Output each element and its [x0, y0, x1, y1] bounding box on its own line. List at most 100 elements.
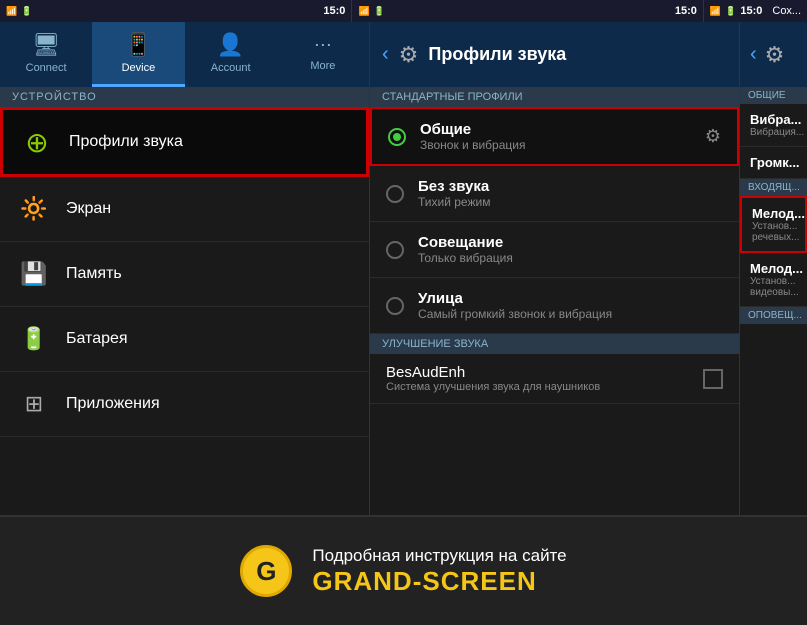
- radio-dot-general: [393, 133, 401, 141]
- menu-item-screen-label: Экран: [66, 200, 111, 218]
- status-bar: 📶 🔋 15:0 📶 🔋 15:0 📶 🔋 15:0 Сох...: [0, 0, 807, 22]
- radio-silent: [386, 185, 404, 203]
- battery-icon: 🔋: [16, 321, 52, 357]
- tab-bar: 🖥 Connect 📱 Device 👤 Account ⋯ More: [0, 22, 369, 87]
- panel2-title: Профили звука: [428, 44, 566, 65]
- bottom-banner: G Подробная инструкция на сайте GRAND-SC…: [0, 515, 807, 625]
- wifi-icon-left: 📶: [6, 6, 17, 17]
- panel3-profile-settings: ‹ ⚙ ОБЩИЕ Вибра... Вибрация... Громк... …: [740, 22, 807, 515]
- banner-text: Подробная инструкция на сайте GRAND-SCRE…: [312, 546, 566, 597]
- setting-melody1-desc: Установ... речевых...: [752, 221, 795, 243]
- setting-volume[interactable]: Громк...: [740, 147, 807, 179]
- status-mid: 📶 🔋 15:0: [351, 0, 702, 22]
- tab-more[interactable]: ⋯ More: [277, 22, 369, 87]
- enhance-desc: Система улучшения звука для наушников: [386, 381, 600, 393]
- connect-icon: 🖥: [32, 32, 60, 58]
- setting-vibra1[interactable]: Вибра... Вибрация...: [740, 104, 807, 147]
- setting-melody1[interactable]: Мелод... Установ... речевых...: [740, 196, 807, 253]
- panel3-gear-icon: ⚙: [765, 42, 785, 68]
- tab-more-label: More: [310, 60, 335, 72]
- profile-item-street[interactable]: Улица Самый громкий звонок и вибрация: [370, 278, 739, 334]
- tab-device-label: Device: [122, 62, 156, 74]
- panel2-header: ‹ ⚙ Профили звука: [370, 22, 739, 87]
- menu-item-sound-label: Профили звука: [69, 133, 183, 151]
- setting-vibra1-desc: Вибрация...: [750, 127, 797, 138]
- profile-street-name: Улица: [418, 290, 723, 307]
- tab-account[interactable]: 👤 Account: [185, 22, 277, 87]
- panel3-header: ‹ ⚙: [740, 22, 807, 87]
- menu-item-memory-label: Память: [66, 265, 122, 283]
- battery-icon-right: 🔋: [725, 6, 736, 17]
- account-icon: 👤: [217, 32, 244, 58]
- panel1-device: 🖥 Connect 📱 Device 👤 Account ⋯ More УСТР…: [0, 22, 370, 515]
- battery-icon-mid: 🔋: [374, 6, 385, 17]
- radio-meeting: [386, 241, 404, 259]
- wifi-icon-mid: 📶: [358, 6, 369, 17]
- menu-item-memory[interactable]: 💾 Память: [0, 242, 369, 307]
- battery-icon-left: 🔋: [21, 6, 32, 17]
- profile-item-meeting[interactable]: Совещание Только вибрация: [370, 222, 739, 278]
- sound-icon: ⊕: [19, 124, 55, 160]
- more-icon: ⋯: [314, 35, 332, 56]
- status-left: 📶 🔋 15:0: [0, 0, 351, 22]
- banner-line2-part2: SCREEN: [422, 566, 536, 596]
- menu-item-apps[interactable]: ⊞ Приложения: [0, 372, 369, 437]
- profile-silent-texts: Без звука Тихий режим: [418, 178, 723, 209]
- panel3-top-label: Сох...: [772, 5, 801, 17]
- menu-item-battery[interactable]: 🔋 Батарея: [0, 307, 369, 372]
- panel2-sound-profiles: ‹ ⚙ Профили звука СТАНДАРТНЫЕ ПРОФИЛИ Об…: [370, 22, 740, 515]
- setting-melody1-name: Мелод...: [752, 206, 795, 221]
- profile-item-general[interactable]: Общие Звонок и вибрация ⚙: [370, 107, 739, 166]
- banner-line2-part1: GRAND-: [312, 566, 422, 596]
- panels-container: 🖥 Connect 📱 Device 👤 Account ⋯ More УСТР…: [0, 22, 807, 515]
- setting-volume-name: Громк...: [750, 155, 797, 170]
- menu-item-sound[interactable]: ⊕ Профили звука: [0, 107, 369, 177]
- profile-general-gear-icon[interactable]: ⚙: [705, 126, 721, 147]
- profile-item-silent[interactable]: Без звука Тихий режим: [370, 166, 739, 222]
- profile-street-texts: Улица Самый громкий звонок и вибрация: [418, 290, 723, 321]
- banner-line1: Подробная инструкция на сайте: [312, 546, 566, 566]
- wifi-icon-right: 📶: [710, 6, 721, 17]
- back-arrow-icon[interactable]: ‹: [382, 43, 389, 66]
- screen-icon: 🔆: [16, 191, 52, 227]
- device-section-header: УСТРОЙСТВО: [0, 87, 369, 107]
- profile-general-desc: Звонок и вибрация: [420, 138, 705, 152]
- profile-meeting-desc: Только вибрация: [418, 251, 723, 265]
- profile-meeting-texts: Совещание Только вибрация: [418, 234, 723, 265]
- panel2-gear-icon: ⚙: [399, 42, 419, 68]
- profiles-section-header: СТАНДАРТНЫЕ ПРОФИЛИ: [370, 87, 739, 107]
- radio-street: [386, 297, 404, 315]
- memory-icon: 💾: [16, 256, 52, 292]
- setting-vibra1-name: Вибра...: [750, 112, 797, 127]
- tab-connect-label: Connect: [26, 62, 67, 74]
- enhance-name: BesAudEnh: [386, 364, 600, 381]
- g-logo-letter: G: [256, 556, 276, 587]
- time-right: 15:0: [740, 5, 762, 17]
- tab-connect[interactable]: 🖥 Connect: [0, 22, 92, 87]
- radio-general: [388, 128, 406, 146]
- profile-silent-name: Без звука: [418, 178, 723, 195]
- status-right: 📶 🔋 15:0 Сох...: [703, 0, 807, 22]
- profile-street-desc: Самый громкий звонок и вибрация: [418, 307, 723, 321]
- apps-icon: ⊞: [16, 386, 52, 422]
- menu-item-battery-label: Батарея: [66, 330, 128, 348]
- device-icon: 📱: [125, 32, 152, 58]
- setting-melody2-desc: Установ... видеовы...: [750, 276, 797, 298]
- tab-account-label: Account: [211, 62, 251, 74]
- enhance-checkbox[interactable]: [703, 369, 723, 389]
- setting-melody2-name: Мелод...: [750, 261, 797, 276]
- tab-device[interactable]: 📱 Device: [92, 22, 184, 87]
- profile-silent-desc: Тихий режим: [418, 195, 723, 209]
- menu-item-screen[interactable]: 🔆 Экран: [0, 177, 369, 242]
- panel3-back-icon[interactable]: ‹: [750, 43, 757, 66]
- enhance-row: BesAudEnh Система улучшения звука для на…: [386, 364, 723, 393]
- g-logo: G: [240, 545, 292, 597]
- notify-section-label: ОПОВЕЩ...: [740, 307, 807, 324]
- setting-melody2[interactable]: Мелод... Установ... видеовы...: [740, 253, 807, 307]
- enhance-item-besaud[interactable]: BesAudEnh Система улучшения звука для на…: [370, 354, 739, 404]
- general-section-label: ОБЩИЕ: [740, 87, 807, 104]
- enhance-texts: BesAudEnh Система улучшения звука для на…: [386, 364, 600, 393]
- profile-meeting-name: Совещание: [418, 234, 723, 251]
- profile-general-name: Общие: [420, 121, 705, 138]
- incoming-section-label: ВХОДЯЩ...: [740, 179, 807, 196]
